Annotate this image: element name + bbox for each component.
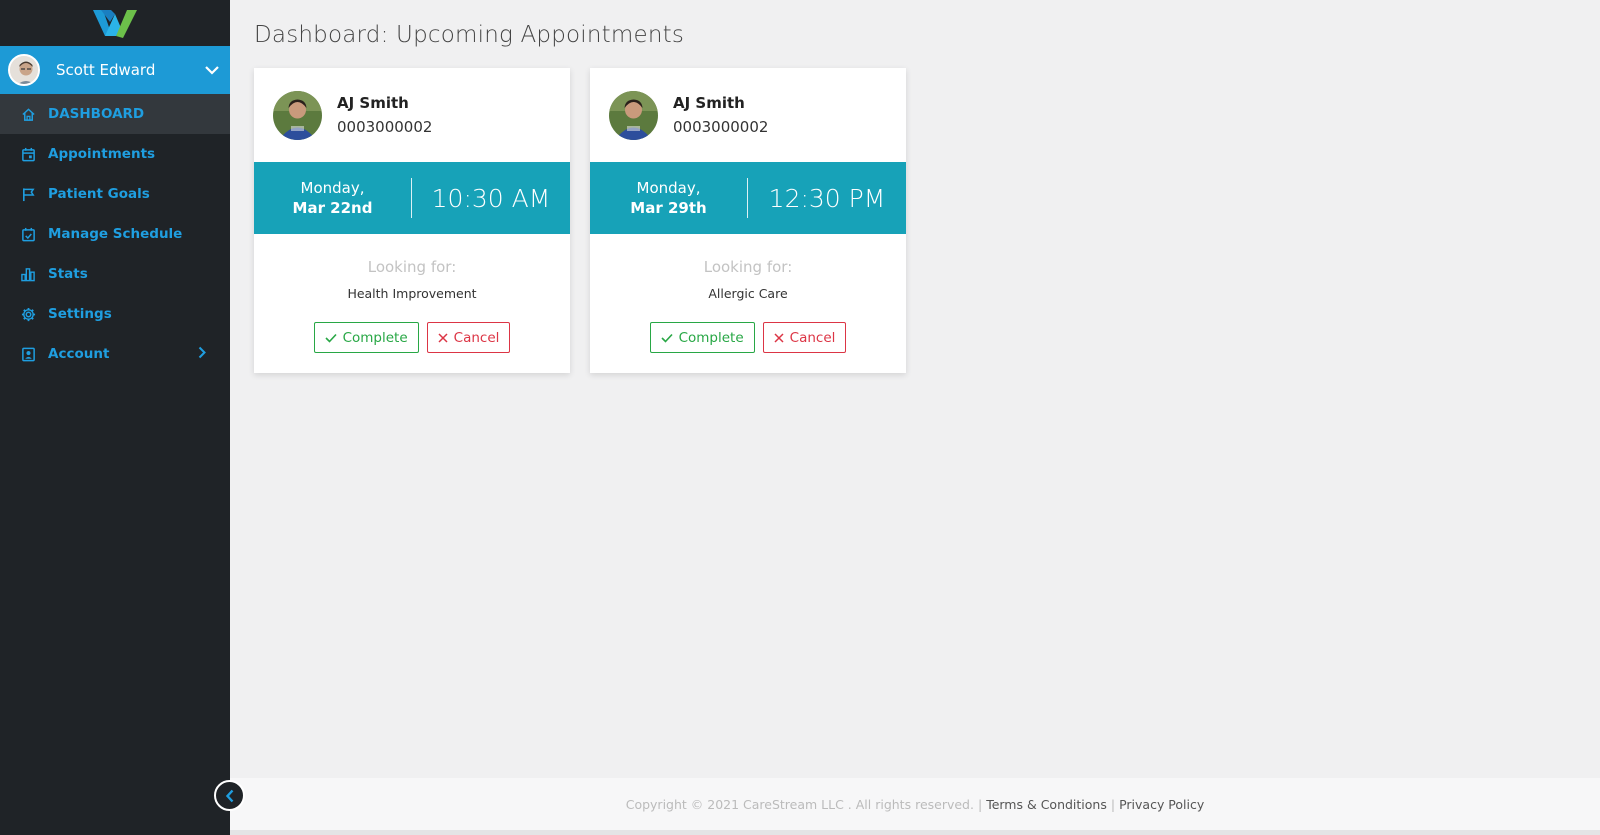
card-header: AJ Smith 0003000002: [590, 68, 906, 162]
patient-info: AJ Smith 0003000002: [337, 94, 432, 136]
sidebar-item-stats[interactable]: Stats: [0, 254, 230, 294]
cancel-button-label: Cancel: [789, 329, 836, 346]
sidebar: Scott Edward DASHBOARD Appointments Pati…: [0, 0, 230, 835]
calendar-check-icon: [20, 226, 36, 242]
main-content: Dashboard: Upcoming Appointments AJ Smit…: [230, 0, 1600, 778]
check-icon: [661, 333, 673, 343]
sidebar-item-dashboard[interactable]: DASHBOARD: [0, 94, 230, 134]
appointment-day: Monday,: [636, 179, 701, 197]
close-icon: [774, 332, 784, 343]
sidebar-item-label: Appointments: [48, 146, 156, 162]
sidebar-collapse-button[interactable]: [214, 780, 245, 811]
footer-separator: |: [1110, 796, 1116, 812]
complete-button[interactable]: Complete: [649, 322, 755, 353]
sidebar-item-label: Patient Goals: [48, 186, 150, 202]
appointment-date: Monday, Mar 29th: [590, 178, 748, 218]
footer-separator: |: [977, 796, 983, 812]
card-actions: Complete Cancel: [590, 322, 906, 353]
terms-link[interactable]: Terms & Conditions: [986, 797, 1107, 812]
card-header: AJ Smith 0003000002: [254, 68, 570, 162]
account-icon: [20, 346, 36, 362]
complete-button-label: Complete: [342, 329, 408, 346]
appointment-datetime-band: Monday, Mar 22nd 10:30 AM: [254, 162, 570, 234]
card-body: Looking for: Health Improvement Complete…: [254, 234, 570, 353]
page-title: Dashboard: Upcoming Appointments: [254, 22, 685, 48]
complete-button-label: Complete: [678, 329, 744, 346]
sidebar-item-patient-goals[interactable]: Patient Goals: [0, 174, 230, 214]
flag-icon: [20, 186, 36, 202]
appointment-time: 10:30 AM: [431, 183, 551, 213]
appointment-datetime-band: Monday, Mar 29th 12:30 PM: [590, 162, 906, 234]
appointment-time: 12:30 PM: [768, 183, 886, 213]
sidebar-item-label: Manage Schedule: [48, 226, 183, 242]
cancel-button[interactable]: Cancel: [762, 322, 847, 353]
app-logo[interactable]: [0, 0, 230, 46]
gear-icon: [20, 306, 36, 322]
complete-button[interactable]: Complete: [313, 322, 419, 353]
looking-for-value: Health Improvement: [347, 286, 477, 301]
card-body: Looking for: Allergic Care Complete Canc…: [590, 234, 906, 353]
chevron-right-icon: [198, 346, 206, 363]
patient-id: 0003000002: [673, 118, 769, 136]
sidebar-item-label: DASHBOARD: [48, 106, 145, 122]
sidebar-item-label: Account: [48, 346, 110, 362]
card-actions: Complete Cancel: [254, 322, 570, 353]
user-name: Scott Edward: [56, 61, 156, 79]
copyright-text: Copyright © 2021 CareStream LLC . All ri…: [625, 796, 974, 812]
patient-avatar[interactable]: [609, 90, 658, 140]
chevron-left-icon: [225, 789, 233, 802]
cancel-button[interactable]: Cancel: [426, 322, 511, 353]
looking-for-label: Looking for:: [367, 258, 457, 276]
sidebar-item-settings[interactable]: Settings: [0, 294, 230, 334]
appointment-date: Monday, Mar 22nd: [254, 178, 412, 218]
patient-name[interactable]: AJ Smith: [337, 94, 432, 112]
appointment-card: AJ Smith 0003000002 Monday, Mar 22nd 10:…: [254, 68, 570, 373]
looking-for-label: Looking for:: [703, 258, 793, 276]
sidebar-item-manage-schedule[interactable]: Manage Schedule: [0, 214, 230, 254]
cancel-button-label: Cancel: [453, 329, 500, 346]
user-avatar: [8, 54, 40, 86]
appointment-card: AJ Smith 0003000002 Monday, Mar 29th 12:…: [590, 68, 906, 373]
appointment-day: Monday,: [300, 179, 365, 197]
chevron-down-icon: [204, 62, 220, 78]
logo-icon: [93, 10, 137, 38]
looking-for-value: Allergic Care: [708, 286, 788, 301]
sidebar-item-appointments[interactable]: Appointments: [0, 134, 230, 174]
patient-id: 0003000002: [337, 118, 433, 136]
patient-name[interactable]: AJ Smith: [673, 94, 768, 112]
sidebar-item-label: Stats: [48, 266, 88, 282]
sidebar-item-account[interactable]: Account: [0, 334, 230, 374]
patient-info: AJ Smith 0003000002: [673, 94, 768, 136]
patient-avatar[interactable]: [273, 90, 322, 140]
calendar-icon: [20, 146, 36, 162]
sidebar-item-label: Settings: [48, 306, 112, 322]
footer: Copyright © 2021 CareStream LLC . All ri…: [230, 778, 1600, 830]
appointment-date-value: Mar 29th: [630, 199, 707, 217]
home-icon: [20, 106, 36, 122]
bottom-strip: [230, 830, 1600, 835]
bar-chart-icon: [20, 266, 36, 282]
check-icon: [325, 333, 337, 343]
close-icon: [438, 332, 448, 343]
sidebar-nav: DASHBOARD Appointments Patient Goals Man…: [0, 94, 230, 374]
appointment-date-value: Mar 22nd: [292, 199, 373, 217]
user-menu-toggle[interactable]: Scott Edward: [0, 46, 230, 94]
privacy-link[interactable]: Privacy Policy: [1119, 797, 1204, 812]
